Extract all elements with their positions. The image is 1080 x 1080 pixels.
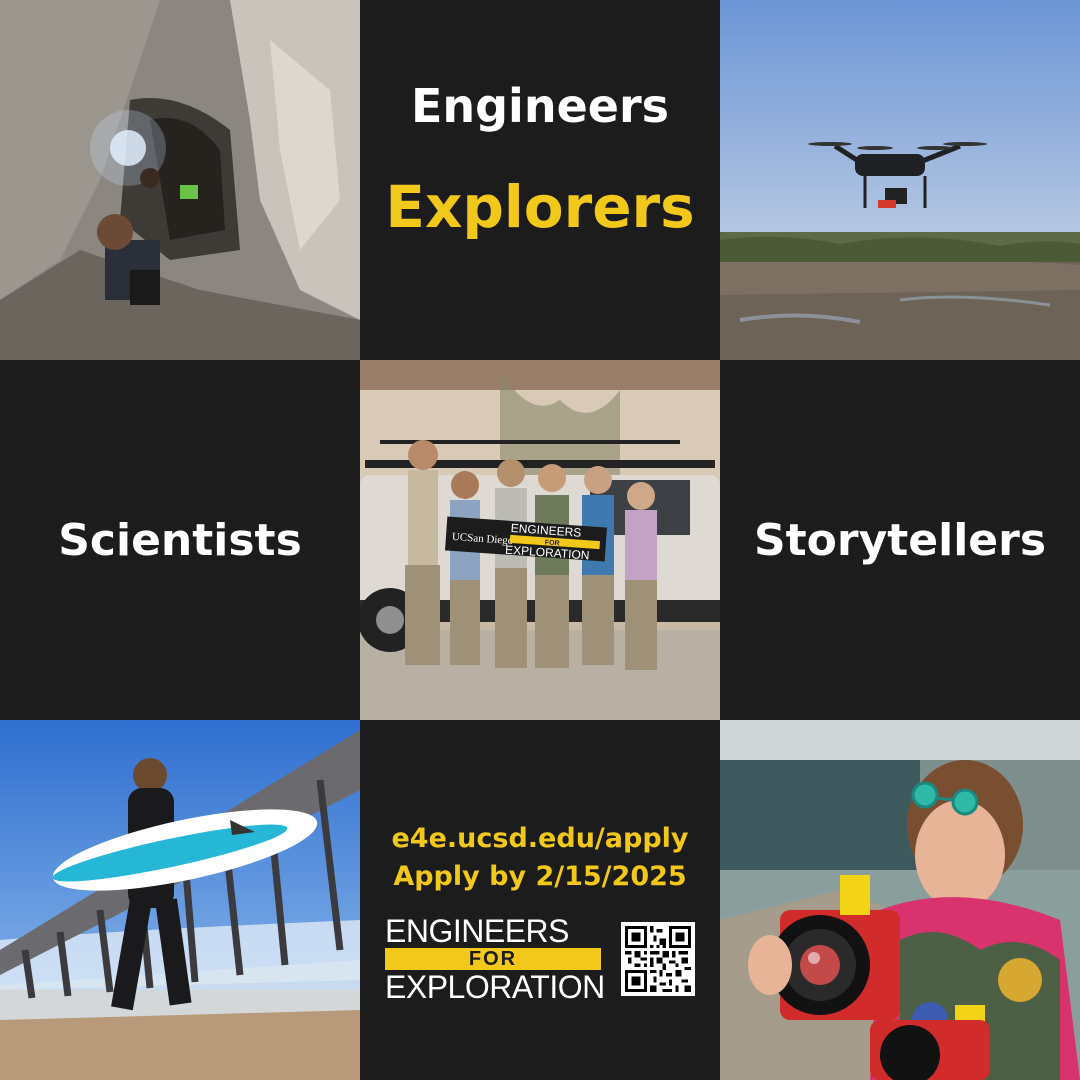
logo-line1: ENGINEERS <box>385 913 569 949</box>
surfer-pier-photo <box>0 720 360 1080</box>
storytellers-label: Storytellers <box>753 514 1047 566</box>
poster-grid: Engineers Explorers Scientists UCSan Die… <box>0 0 1080 1080</box>
scientists-label: Scientists <box>58 514 302 566</box>
cave-explorer-photo <box>0 0 360 360</box>
scientists-panel: Scientists <box>0 360 360 720</box>
team-group-photo: UCSan Diego ENGINEERS FOR EXPLORATION <box>360 360 720 720</box>
explorers-label: Explorers <box>385 173 695 241</box>
engineers-label: Engineers <box>410 79 670 133</box>
e4e-logo: ENGINEERS FOR EXPLORATION <box>385 913 605 1005</box>
apply-deadline: Apply by 2/15/2025 <box>393 861 687 892</box>
apply-url-link[interactable]: e4e.ucsd.edu/apply <box>392 820 689 858</box>
logo-row: ENGINEERS FOR EXPLORATION <box>385 913 695 1005</box>
qr-code-icon[interactable] <box>621 922 695 996</box>
apply-panel: e4e.ucsd.edu/apply Apply by 2/15/2025 EN… <box>360 720 720 1080</box>
camera-housing-photo <box>720 720 1080 1080</box>
engineers-explorers-panel: Engineers Explorers <box>360 0 720 360</box>
logo-line3: EXPLORATION <box>385 969 605 1005</box>
storytellers-panel: Storytellers <box>720 360 1080 720</box>
drone-photo <box>720 0 1080 360</box>
logo-line2: FOR <box>385 948 601 970</box>
